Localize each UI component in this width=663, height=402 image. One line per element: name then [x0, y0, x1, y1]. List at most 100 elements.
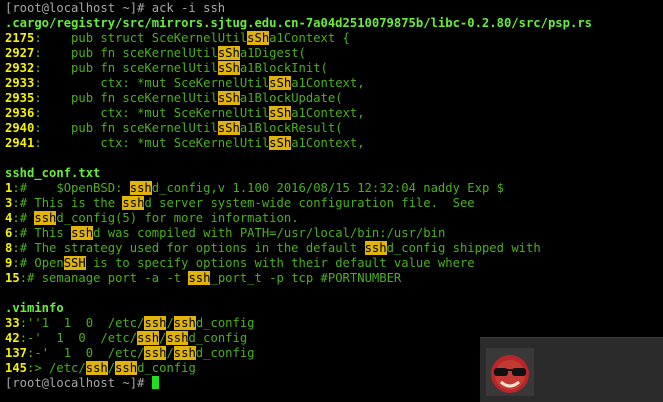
line-text: a1Context { [269, 31, 350, 45]
match-highlight: ssh [144, 316, 167, 330]
line-text: d_config,v 1.100 2016/08/15 12:32:04 nad… [151, 181, 504, 195]
line-text: d_config [137, 361, 196, 375]
command-prompt: [root@localhost ~]# ack -i ssh [5, 1, 226, 15]
match-highlight: ssh [364, 241, 387, 255]
line-text: a1BlockResult( [239, 121, 343, 135]
line-number: 2941 [5, 136, 35, 150]
match-line: 2936: ctx: *mut SceKernelUtilsSha1Contex… [5, 106, 660, 121]
match-highlight: sSh [269, 136, 292, 150]
line-text: pub fn sceKernelUtil [41, 61, 218, 75]
line-number: 2927 [5, 46, 35, 60]
match-highlight: sSh [217, 121, 240, 135]
line-number: 2935 [5, 91, 35, 105]
line-separator: : [34, 91, 42, 105]
line-text: d server system-wide configuration file.… [144, 196, 475, 210]
line-text: -' 1 0 /etc/ [27, 331, 138, 345]
match-line: 2927: pub fn sceKernelUtilsSha1Digest( [5, 46, 660, 61]
line-text: d_config [188, 331, 248, 345]
line-number: 2932 [5, 61, 35, 75]
result-file-name: sshd_conf.txt [5, 166, 101, 180]
line-separator: : [12, 196, 20, 210]
line-text: / [107, 361, 116, 375]
line-text: d_config [195, 346, 255, 360]
match-highlight: sSh [217, 46, 240, 60]
match-line: 8:# The strategy used for options in the… [5, 241, 660, 256]
line-text: # This [19, 226, 72, 240]
line-text: pub struct SceKernelUtil [41, 31, 248, 45]
line-separator: : [34, 46, 42, 60]
line-text: a1Digest( [239, 46, 306, 60]
terminal-output[interactable]: [root@localhost ~]# ack -i ssh .cargo/re… [5, 1, 660, 391]
match-line: 1:# $OpenBSD: sshd_config,v 1.100 2016/0… [5, 181, 660, 196]
line-text: # This is the [19, 196, 123, 210]
text-cursor [151, 376, 159, 389]
match-highlight: ssh [188, 271, 211, 285]
match-line: 2941: ctx: *mut SceKernelUtilsSha1Contex… [5, 136, 660, 151]
match-line: 9:# OpenSSH is to specify options with t… [5, 256, 660, 271]
line-text: a1Context, [291, 76, 365, 90]
match-highlight: ssh [129, 181, 152, 195]
match-highlight: SSH [63, 256, 86, 270]
line-text: d_config [195, 316, 255, 330]
line-number: 137 [5, 346, 28, 360]
line-separator: : [19, 331, 28, 345]
line-text: ctx: *mut SceKernelUtil [41, 76, 270, 90]
match-highlight: ssh [71, 226, 94, 240]
line-number: 15 [5, 271, 20, 285]
line-text: > /etc/ [34, 361, 86, 375]
match-highlight: ssh [122, 196, 145, 210]
line-separator: : [12, 226, 20, 240]
prompt-text: [root@localhost ~]# [5, 376, 152, 390]
match-highlight: ssh [173, 316, 196, 330]
line-text: ctx: *mut SceKernelUtil [41, 106, 270, 120]
line-text: a1BlockInit( [239, 61, 328, 75]
line-separator: : [34, 121, 42, 135]
match-line: 3:# This is the sshd server system-wide … [5, 196, 660, 211]
line-separator: : [12, 241, 20, 255]
match-line: 2932: pub fn sceKernelUtilsSha1BlockInit… [5, 61, 660, 76]
line-text: d was compiled with PATH=/usr/local/bin:… [93, 226, 446, 240]
line-text: ''1 1 0 /etc/ [27, 316, 145, 330]
match-highlight: ssh [137, 331, 160, 345]
match-line: 2933: ctx: *mut SceKernelUtilsSha1Contex… [5, 76, 660, 91]
match-highlight: ssh [173, 346, 196, 360]
line-text: pub fn sceKernelUtil [41, 91, 218, 105]
line-number: 2940 [5, 121, 35, 135]
line-text: # The strategy used for options in the d… [19, 241, 365, 255]
match-highlight: ssh [34, 211, 57, 225]
match-line: 2175: pub struct SceKernelUtilsSha1Conte… [5, 31, 660, 46]
match-line: 4:# sshd_config(5) for more information. [5, 211, 660, 226]
match-line: 33:''1 1 0 /etc/ssh/sshd_config [5, 316, 660, 331]
line-number: 2933 [5, 76, 35, 90]
line-text: pub fn sceKernelUtil [41, 46, 218, 60]
smiling-face-with-sunglasses-icon [486, 348, 534, 396]
line-text: # [19, 211, 35, 225]
line-text: # $OpenBSD: [19, 181, 130, 195]
line-text: a1Context, [291, 136, 365, 150]
line-number: 33 [5, 316, 20, 330]
line-text: / [166, 316, 174, 330]
line-text: _port_t -p tcp #PORTNUMBER [210, 271, 402, 285]
match-line: 2940: pub fn sceKernelUtilsSha1BlockResu… [5, 121, 660, 136]
line-text: ctx: *mut SceKernelUtil [41, 136, 270, 150]
line-separator: : [12, 256, 20, 270]
line-separator: : [34, 31, 42, 45]
match-highlight: ssh [166, 331, 189, 345]
overlay-thumbnail-panel [480, 337, 663, 402]
line-text: # Open [19, 256, 64, 270]
line-separator: : [34, 61, 42, 75]
match-highlight: sSh [269, 106, 292, 120]
match-highlight: ssh [144, 346, 167, 360]
match-highlight: sSh [217, 61, 240, 75]
line-text: pub fn sceKernelUtil [41, 121, 218, 135]
line-number: 2936 [5, 106, 35, 120]
result-file-name: .viminfo [5, 301, 64, 315]
line-number: 2175 [5, 31, 35, 45]
line-separator: : [12, 211, 20, 225]
line-text: / [166, 346, 174, 360]
line-separator: : [34, 76, 42, 90]
line-text: a1Context, [291, 106, 365, 120]
line-text: d_config shipped with [386, 241, 541, 255]
